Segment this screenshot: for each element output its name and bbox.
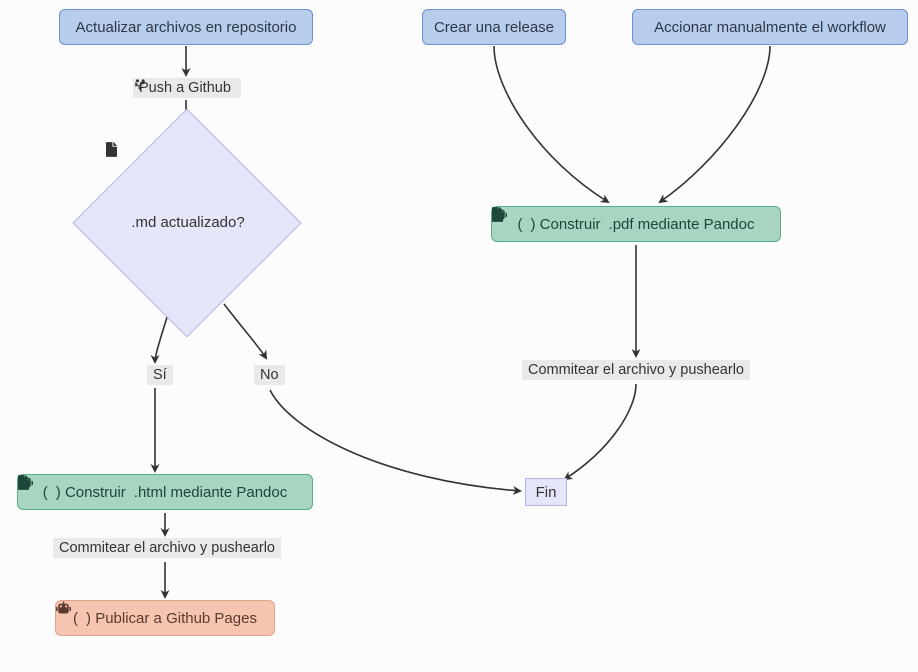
node-label: Crear una release [434, 19, 554, 36]
edge-text: Commitear el archivo y pushearlo [59, 540, 275, 556]
node-update-repo: Actualizar archivos en repositorio [59, 9, 313, 45]
node-build-pdf: ( ) Construir .pdf mediante Pandoc [491, 206, 781, 242]
node-decision-md-updated: .md actualizado? [106, 142, 266, 302]
edge-yes: Sí [147, 365, 173, 385]
edges-layer [0, 0, 918, 672]
node-label: Fin [536, 484, 557, 501]
edge-text: Push a Github [139, 80, 231, 96]
paren-open: ( [73, 610, 78, 627]
edge-text: Commitear el archivo y pushearlo [528, 362, 744, 378]
node-create-release: Crear una release [422, 9, 566, 45]
edge-commit-html: Commitear el archivo y pushearlo [53, 538, 281, 558]
decision-text: .md actualizado? [131, 214, 244, 231]
edge-text: No [260, 367, 279, 383]
edge-push-github: Push a Github [133, 78, 241, 98]
edge-no: No [254, 365, 285, 385]
node-fin: Fin [525, 478, 567, 506]
text: ) Construir [56, 484, 126, 501]
node-label: Accionar manualmente el workflow [654, 19, 886, 36]
edge-text: Sí [153, 367, 167, 383]
node-publish-pages: ( ) Publicar a Github Pages [55, 600, 275, 636]
text: ) Construir [531, 216, 601, 233]
node-build-html: ( ) Construir .html mediante Pandoc [17, 474, 313, 510]
text: ) Publicar a Github Pages [86, 610, 257, 627]
edge-commit-pdf: Commitear el archivo y pushearlo [522, 360, 750, 380]
node-manual-workflow: Accionar manualmente el workflow [632, 9, 908, 45]
ext: .pdf mediante Pandoc [609, 216, 755, 233]
paren-open: ( [518, 216, 523, 233]
paren-open: ( [43, 484, 48, 501]
ext: .html mediante Pandoc [134, 484, 287, 501]
node-label: Actualizar archivos en repositorio [76, 19, 297, 36]
